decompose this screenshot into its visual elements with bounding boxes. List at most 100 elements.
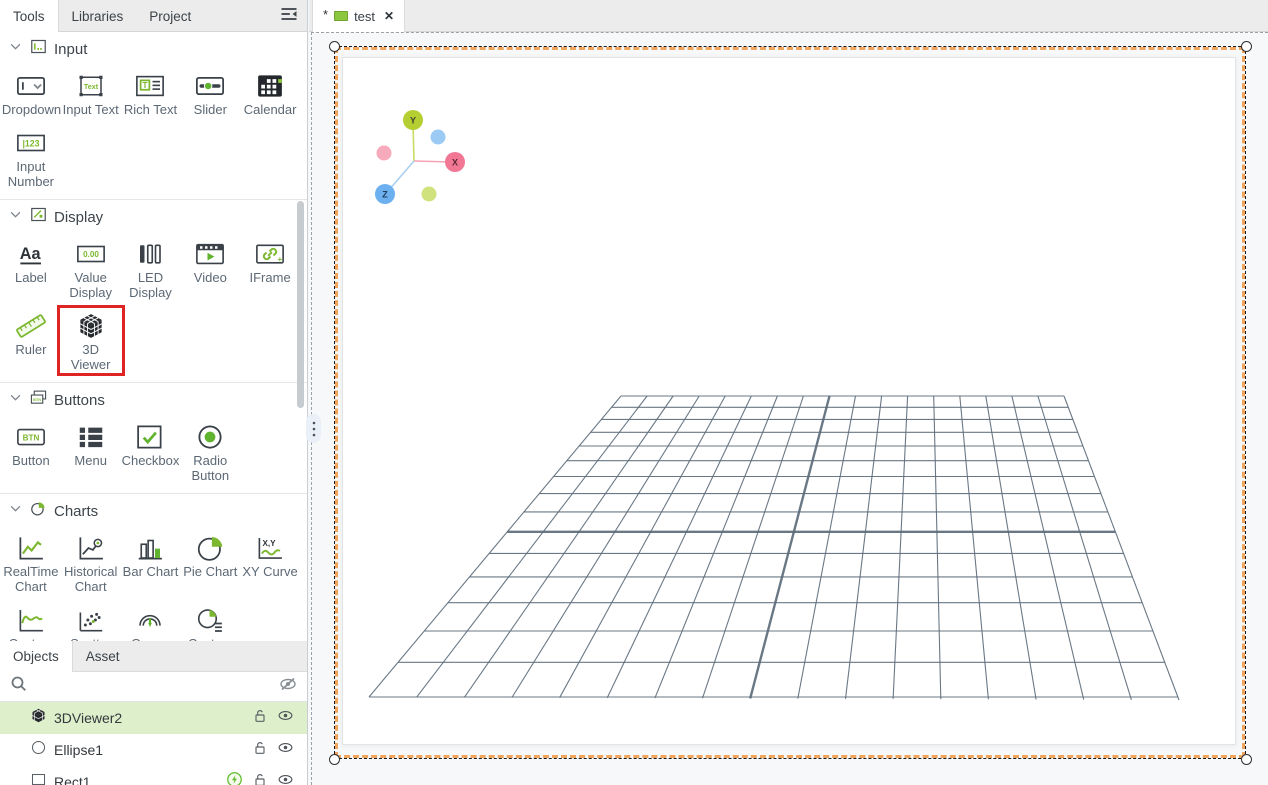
tool-item-menu[interactable]: Menu <box>61 420 121 483</box>
svg-text:BTN: BTN <box>33 397 41 402</box>
section-header-input[interactable]: Input <box>0 36 307 60</box>
svg-text:BTN: BTN <box>23 433 40 442</box>
close-tab-icon[interactable]: ✕ <box>384 9 394 23</box>
input-text-icon: Text <box>76 69 106 102</box>
dropdown-icon <box>16 69 46 102</box>
tool-item-custom-chart[interactable]: Custom Chart <box>180 603 240 641</box>
tool-item-label: Bar Chart <box>123 564 179 579</box>
eye-icon[interactable] <box>277 707 294 729</box>
tool-item-dropdown[interactable]: Dropdown <box>1 69 61 117</box>
tool-item-checkbox[interactable]: Checkbox <box>121 420 181 483</box>
palette-section-input: InputDropdownTextInput TextTRich TextSli… <box>0 32 307 200</box>
gauge-icon <box>135 603 165 636</box>
tool-item-3d-viewer[interactable]: 3D Viewer <box>61 309 121 372</box>
tool-item-button[interactable]: BTNButton <box>1 420 61 483</box>
selection-handle-bottom-right[interactable] <box>1241 754 1252 765</box>
chevron-down-icon[interactable] <box>8 39 23 59</box>
tab-libraries[interactable]: Libraries <box>59 0 137 32</box>
tool-item-label: Radio Button <box>181 453 239 483</box>
tool-item-label: Ruler <box>15 342 46 357</box>
input-number-icon: |123 <box>16 126 46 159</box>
left-panel: Tools Libraries Project InputDropdownTex… <box>0 0 308 785</box>
chevron-down-icon[interactable] <box>8 501 23 521</box>
objects-panel-tabs: Objects Asset <box>0 641 307 672</box>
section-header-charts[interactable]: Charts <box>0 498 307 522</box>
tool-item-xy-curve[interactable]: X,YXY Curve <box>240 531 300 594</box>
selection-border[interactable] <box>334 46 1246 759</box>
collapse-panel-button[interactable] <box>277 5 301 27</box>
canvas-area[interactable]: Y X Z <box>309 32 1268 785</box>
section-header-display[interactable]: Display <box>0 204 307 228</box>
tool-item-scatter[interactable]: Scatter <box>61 603 121 641</box>
tool-item-iframe[interactable]: +IFrame <box>240 237 300 300</box>
section-header-buttons[interactable]: BTNButtons <box>0 387 307 411</box>
tool-item-label: RealTime Chart <box>2 564 60 594</box>
hide-all-eye-off-icon[interactable] <box>279 675 297 698</box>
tab-tools[interactable]: Tools <box>0 0 59 32</box>
tool-item-pie-chart[interactable]: Pie Chart <box>180 531 240 594</box>
svg-text:0.00: 0.00 <box>83 250 99 259</box>
panel-resize-handle[interactable] <box>306 414 321 443</box>
tool-item-radio-button[interactable]: Radio Button <box>180 420 240 483</box>
tab-objects[interactable]: Objects <box>0 641 73 672</box>
tool-item-value-display[interactable]: 0.00Value Display <box>61 237 121 300</box>
ellipse-icon <box>30 739 47 761</box>
rich-text-icon: T <box>135 69 165 102</box>
input-section-icon <box>30 38 47 60</box>
tool-item-bar-chart[interactable]: Bar Chart <box>121 531 181 594</box>
tool-item-label: Rich Text <box>124 102 177 117</box>
tool-item-rich-text[interactable]: T Rich Text <box>121 69 181 117</box>
eye-icon[interactable] <box>277 771 294 785</box>
tool-item-gauge[interactable]: Gauge <box>121 603 181 641</box>
tool-item-realtime-chart[interactable]: RealTime Chart <box>1 531 61 594</box>
chevron-down-icon[interactable] <box>8 207 23 227</box>
selection-handle-top-right[interactable] <box>1241 41 1252 52</box>
tab-project[interactable]: Project <box>136 0 204 32</box>
search-icon[interactable] <box>10 675 28 698</box>
realtime-chart-icon <box>16 531 46 564</box>
svg-text:T: T <box>143 80 148 89</box>
object-row-ellipse1[interactable]: Ellipse1 <box>0 734 307 766</box>
collapse-panel-icon <box>279 4 299 29</box>
tool-item-input-text[interactable]: TextInput Text <box>61 69 121 117</box>
tool-item-video[interactable]: Video <box>180 237 240 300</box>
object-row-rect1[interactable]: Rect1 <box>0 766 307 785</box>
lock-open-icon[interactable] <box>252 708 268 729</box>
tool-item-input-number[interactable]: |123Input Number <box>1 126 61 189</box>
tool-item-ruler[interactable]: Ruler <box>1 309 61 372</box>
tab-asset[interactable]: Asset <box>73 641 133 672</box>
palette-section-display: DisplayAaLabel0.00Value DisplayLED Displ… <box>0 200 307 383</box>
tool-item-label[interactable]: AaLabel <box>1 237 61 300</box>
selection-handle-top-left[interactable] <box>329 41 340 52</box>
tool-item-label: Pie Chart <box>183 564 237 579</box>
tool-item-historical-chart[interactable]: Historical Chart <box>61 531 121 594</box>
tool-item-label: Checkbox <box>122 453 180 468</box>
charts-section-icon <box>30 500 47 522</box>
selection-handle-bottom-left[interactable] <box>329 754 340 765</box>
led-display-icon <box>135 237 165 270</box>
tool-item-custom-curve[interactable]: Custom Curve <box>1 603 61 641</box>
menu-icon <box>76 420 106 453</box>
lock-open-icon[interactable] <box>252 772 268 785</box>
tool-item-label: 3D Viewer <box>62 342 120 372</box>
section-items: RealTime ChartHistorical ChartBar Chart P… <box>0 531 307 641</box>
ruler-icon <box>16 309 46 342</box>
eye-icon[interactable] <box>277 739 294 761</box>
iframe-icon: + <box>255 237 285 270</box>
tool-item-label: Label <box>15 270 47 285</box>
radio-icon <box>195 420 225 453</box>
tools-scrollbar-thumb[interactable] <box>297 201 304 408</box>
label-icon: Aa <box>16 237 46 270</box>
bar-chart-icon <box>135 531 165 564</box>
scatter-icon <box>76 603 106 636</box>
lock-open-icon[interactable] <box>252 740 268 761</box>
display-section-icon <box>30 206 47 228</box>
tool-item-label: Menu <box>74 453 107 468</box>
tool-item-slider[interactable]: Slider <box>180 69 240 117</box>
tool-item-label: Input Text <box>63 102 119 117</box>
canvas-tab-test[interactable]: * test ✕ <box>312 0 405 32</box>
tool-item-led-display[interactable]: LED Display <box>121 237 181 300</box>
object-row-3dviewer2[interactable]: 3DViewer2 <box>0 702 307 734</box>
chevron-down-icon[interactable] <box>8 390 23 410</box>
tool-item-calendar[interactable]: Calendar <box>240 69 300 117</box>
